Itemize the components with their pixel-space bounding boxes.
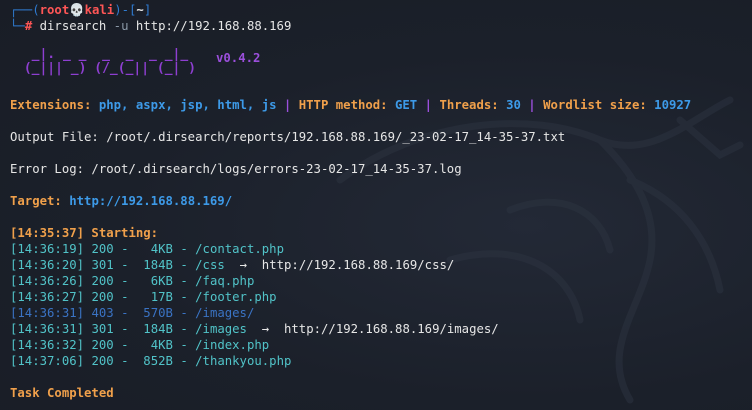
- wordlist-value: 10927: [654, 98, 692, 112]
- result-sep: -: [172, 354, 196, 368]
- separator: |: [276, 98, 299, 112]
- result-redirect-url: http://192.168.88.169/images/: [284, 322, 499, 336]
- result-sep: -: [172, 290, 196, 304]
- logo-line-2: (_||| _) (/_(_|| (_| ): [16, 61, 197, 76]
- result-status: 200: [91, 242, 114, 256]
- result-time: [14:36:32]: [10, 338, 85, 352]
- prompt-line-1: ┌──(root💀kali)-[~]: [10, 2, 151, 18]
- result-sep: -: [172, 322, 196, 336]
- result-sep: -: [113, 322, 136, 336]
- dirsearch-logo: _|. _ _ _ _ _ _|_ (_||| _) (/_(_|| (_| ): [16, 48, 196, 76]
- result-path: /footer.php: [195, 290, 277, 304]
- result-path: /faq.php: [195, 274, 255, 288]
- result-row: [14:36:19] 200 - 4KB - /contact.php: [10, 241, 284, 257]
- prompt-host: kali: [84, 3, 115, 17]
- result-status: 403: [91, 306, 114, 320]
- result-status: 200: [91, 354, 114, 368]
- result-size: 852B: [135, 354, 173, 368]
- result-row: [14:36:27] 200 - 17B - /footer.php: [10, 289, 277, 305]
- result-size: 4KB: [135, 338, 173, 352]
- result-path: /thankyou.php: [195, 354, 292, 368]
- prompt-hash: #: [24, 19, 33, 33]
- result-time: [14:36:19]: [10, 242, 85, 256]
- result-path: /contact.php: [195, 242, 284, 256]
- result-time: [14:36:31]: [10, 306, 85, 320]
- result-sep: -: [113, 306, 136, 320]
- prompt-dir: ~: [136, 3, 144, 17]
- result-time: [14:36:26]: [10, 274, 85, 288]
- result-time: [14:36:27]: [10, 290, 85, 304]
- result-path: /images/: [195, 306, 255, 320]
- extensions-value: php, aspx, jsp, html, js: [98, 98, 277, 112]
- command-flag: -u: [113, 19, 129, 33]
- terminal-window[interactable]: ┌──(root💀kali)-[~] └─# dirsearch -u http…: [0, 0, 752, 410]
- result-size: 184B: [135, 322, 173, 336]
- result-path: /images: [195, 322, 247, 336]
- target-url: http://192.168.88.169/: [69, 194, 233, 208]
- result-row: [14:37:06] 200 - 852B - /thankyou.php: [10, 353, 291, 369]
- extensions-label: Extensions:: [10, 98, 92, 112]
- result-status: 200: [91, 338, 114, 352]
- result-row: [14:36:31] 403 - 570B - /images/: [10, 305, 254, 321]
- logo-line-1: _|. _ _ _ _ _ _|_: [16, 47, 189, 62]
- result-row: [14:36:32] 200 - 4KB - /index.php: [10, 337, 269, 353]
- prompt-open: ┌──(: [10, 3, 40, 17]
- result-path: /index.php: [195, 338, 270, 352]
- redirect-arrow-icon: →: [239, 258, 247, 272]
- method-label: HTTP method:: [298, 98, 388, 112]
- result-row: [14:36:31] 301 - 184B - /images → http:/…: [10, 321, 499, 337]
- result-path: /css: [195, 258, 225, 272]
- prompt-user: root: [39, 3, 70, 17]
- version-label: v0.4.2: [216, 51, 261, 65]
- separator: |: [417, 98, 440, 112]
- result-row: [14:36:26] 200 - 6KB - /faq.php: [10, 273, 254, 289]
- result-sep: -: [113, 354, 136, 368]
- result-sep: -: [172, 242, 196, 256]
- command-line[interactable]: └─# dirsearch -u http://192.168.88.169: [10, 18, 291, 34]
- result-size: 17B: [135, 290, 173, 304]
- prompt-close: )-[: [114, 3, 137, 17]
- output-file-line: Output File: /root/.dirsearch/reports/19…: [10, 130, 566, 144]
- prompt-end: ]: [143, 3, 152, 17]
- result-time: [14:37:06]: [10, 354, 85, 368]
- result-size: 4KB: [135, 242, 173, 256]
- result-sep: -: [113, 274, 136, 288]
- result-sep: -: [113, 338, 136, 352]
- target-line: Target: http://192.168.88.169/: [10, 193, 232, 209]
- skull-icon: 💀: [69, 3, 85, 17]
- result-status: 301: [91, 258, 114, 272]
- result-status: 301: [91, 322, 114, 336]
- result-status: 200: [91, 290, 114, 304]
- target-label: Target:: [10, 194, 62, 208]
- task-completed-line: Task Completed: [10, 386, 114, 400]
- result-sep: -: [172, 274, 196, 288]
- result-sep: -: [113, 242, 136, 256]
- method-value: GET: [395, 98, 418, 112]
- result-sep: -: [113, 290, 136, 304]
- result-time: [14:36:31]: [10, 322, 85, 336]
- result-sep: -: [113, 258, 136, 272]
- result-time: [14:36:20]: [10, 258, 85, 272]
- command-url: http://192.168.88.169: [135, 19, 292, 33]
- result-sep: -: [172, 338, 196, 352]
- result-sep: -: [172, 258, 196, 272]
- result-size: 570B: [135, 306, 173, 320]
- prompt-corner: └─: [10, 19, 25, 33]
- error-log-line: Error Log: /root/.dirsearch/logs/errors-…: [10, 162, 462, 176]
- starting-line: [14:35:37] Starting:: [10, 226, 159, 240]
- threads-value: 30: [506, 98, 521, 112]
- command-name: dirsearch: [39, 19, 107, 33]
- wordlist-label: Wordlist size:: [543, 98, 647, 112]
- result-status: 200: [91, 274, 114, 288]
- result-size: 184B: [135, 258, 173, 272]
- threads-label: Threads:: [439, 98, 499, 112]
- result-size: 6KB: [135, 274, 173, 288]
- result-row: [14:36:20] 301 - 184B - /css → http://19…: [10, 257, 454, 273]
- config-line: Extensions: php, aspx, jsp, html, js | H…: [10, 97, 691, 113]
- separator: |: [520, 98, 544, 112]
- result-sep: -: [172, 306, 196, 320]
- result-redirect-url: http://192.168.88.169/css/: [261, 258, 455, 272]
